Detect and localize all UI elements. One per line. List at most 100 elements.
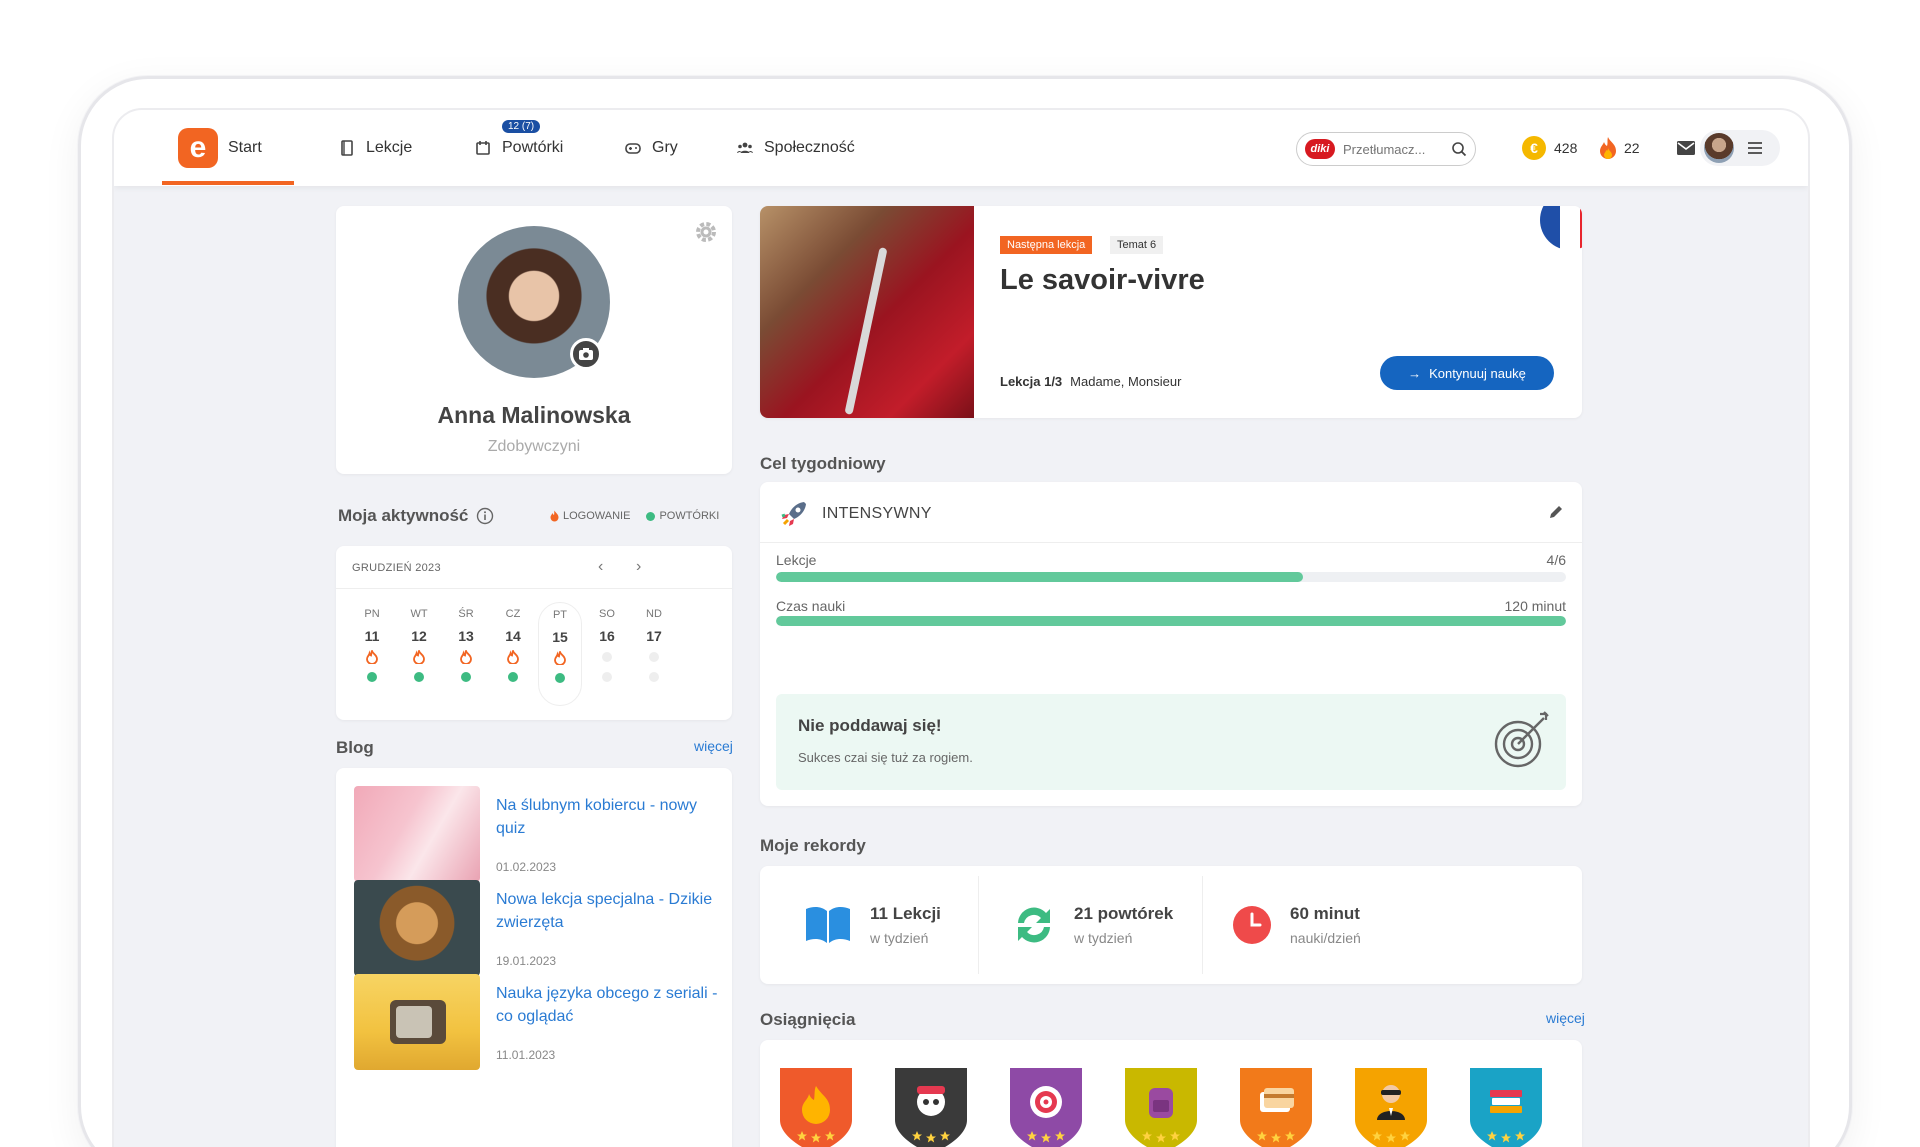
- login-flame-icon: [413, 650, 425, 664]
- day-name: WT: [410, 608, 428, 620]
- search-icon[interactable]: [1451, 141, 1467, 157]
- day-name: SO: [599, 608, 615, 620]
- streak-counter[interactable]: 22: [1598, 136, 1640, 160]
- empty-dot-icon: [649, 652, 659, 662]
- day-date: 17: [646, 628, 662, 644]
- review-dot-icon: [414, 672, 424, 682]
- nav-gry[interactable]: Gry: [624, 110, 678, 186]
- records-card: 11 Lekcji w tydzień 21 powtórek w tydzie…: [760, 866, 1582, 984]
- blog-more-link[interactable]: więcej: [694, 738, 733, 754]
- info-icon[interactable]: [476, 507, 494, 525]
- achievements-title: Osiągnięcia: [760, 1010, 856, 1029]
- day-date: 14: [505, 628, 521, 644]
- user-menu[interactable]: [1700, 130, 1780, 166]
- nav-start-label: Start: [228, 139, 262, 156]
- green-dot-icon: [646, 511, 656, 521]
- logo-icon: e: [178, 128, 218, 168]
- agent-badge-icon[interactable]: [1351, 1064, 1431, 1147]
- target-badge-icon[interactable]: [1006, 1064, 1086, 1147]
- blog-item[interactable]: Nowa lekcja specjalna - Dzikie zwierzęta…: [354, 880, 714, 980]
- next-lesson-card: Następna lekcja Temat 6 Le savoir-vivre …: [760, 206, 1582, 418]
- blog-image-tv: [354, 974, 480, 1070]
- calendar-day: WT 12: [397, 602, 441, 706]
- nav-spolecznosc[interactable]: Społeczność: [736, 110, 855, 186]
- legend-review-label: POWTÓRKI: [659, 510, 720, 522]
- achievements-card: [760, 1040, 1582, 1147]
- hamburger-menu-icon: [1748, 142, 1762, 154]
- activity-title: Moja aktywność: [338, 506, 494, 526]
- nav-powtorki[interactable]: Powtórki: [474, 110, 563, 186]
- weekly-goal-card: INTENSYWNY Lekcje 4/6 Czas nauki 120 min…: [760, 482, 1582, 806]
- blog-item-title[interactable]: Na ślubnym kobiercu - nowy quiz: [496, 794, 726, 840]
- continue-learning-button[interactable]: → Kontynuuj naukę: [1380, 356, 1554, 390]
- lesson-number: Lekcja 1/3: [1000, 374, 1063, 389]
- day-name: ŚR: [458, 608, 474, 620]
- topic-tag: Temat 6: [1110, 236, 1164, 254]
- login-flame-icon: [554, 651, 566, 665]
- translator-search[interactable]: diki: [1296, 132, 1476, 166]
- blog-item-date: 01.02.2023: [496, 860, 557, 874]
- day-date: 13: [458, 628, 474, 644]
- lesson-info: Lekcja 1/3 Madame, Monsieur: [1000, 374, 1181, 389]
- flag-stripe: [1580, 206, 1582, 250]
- calendar-day: CZ 14: [491, 602, 535, 706]
- blog-item-date: 19.01.2023: [496, 954, 557, 968]
- chevron-right-icon[interactable]: ›: [636, 558, 641, 576]
- record-time-sub: nauki/dzień: [1290, 930, 1361, 946]
- arrow-right-icon: →: [1408, 365, 1422, 381]
- blog-item-date: 11.01.2023: [496, 1048, 556, 1062]
- day-date: 15: [552, 629, 568, 645]
- nav-lekcje[interactable]: Lekcje: [338, 110, 412, 186]
- gear-icon[interactable]: [694, 220, 718, 244]
- gamepad-icon: [625, 143, 641, 154]
- blog-item[interactable]: Nauka języka obcego z seriali - co ogląd…: [354, 974, 717, 1074]
- legend-login-label: LOGOWANIE: [563, 510, 631, 522]
- record-lessons-text: 11 Lekcji w tydzień: [870, 904, 941, 946]
- nav-spolecznosc-label: Społeczność: [764, 139, 855, 156]
- empty-dot-icon: [602, 672, 612, 682]
- community-icon: [737, 142, 753, 153]
- activity-calendar: GRUDZIEŃ 2023 ‹ › PN 11 WT 12 ŚR 13 CZ 14 PT 15 SO…: [336, 546, 732, 720]
- login-flame-icon: [460, 650, 472, 664]
- coins-counter[interactable]: € 428: [1522, 136, 1577, 160]
- record-divider: [1202, 876, 1203, 974]
- time-progress-fill: [776, 616, 1566, 626]
- day-name: PN: [364, 608, 380, 620]
- record-lessons-sub: w tydzień: [870, 930, 929, 946]
- review-dot-icon: [555, 673, 565, 683]
- record-time: 60 minut nauki/dzień: [1232, 866, 1361, 984]
- calendar-divider: [336, 588, 732, 589]
- backpack-badge-icon[interactable]: [1121, 1064, 1201, 1147]
- tip-title: Nie poddawaj się!: [798, 716, 942, 735]
- achievements-more-link[interactable]: więcej: [1546, 1010, 1585, 1026]
- profile-card: Anna Malinowska Zdobywczyni: [336, 206, 732, 474]
- translator-input[interactable]: [1343, 141, 1443, 157]
- flame-badge-icon[interactable]: [776, 1064, 856, 1147]
- pencil-edit-icon[interactable]: [1548, 504, 1564, 520]
- blog-item-title[interactable]: Nowa lekcja specjalna - Dzikie zwierzęta: [496, 888, 726, 934]
- blog-item[interactable]: Na ślubnym kobiercu - nowy quiz 01.02.20…: [354, 786, 714, 886]
- nav-powtorki-label: Powtórki: [502, 139, 564, 156]
- french-flag-icon: [1540, 206, 1582, 250]
- diki-logo-icon: diki: [1305, 139, 1335, 159]
- mail-icon[interactable]: [1676, 140, 1696, 156]
- cards-badge-icon[interactable]: [1236, 1064, 1316, 1147]
- day-date: 12: [411, 628, 427, 644]
- login-flame-icon: [366, 650, 378, 664]
- day-name: PT: [552, 609, 568, 621]
- camera-icon[interactable]: [570, 338, 602, 370]
- record-reviews-value: 21 powtórek: [1074, 904, 1174, 923]
- chevron-left-icon[interactable]: ‹: [598, 558, 603, 576]
- record-lessons: 11 Lekcji w tydzień: [804, 866, 941, 984]
- book-icon: [806, 906, 850, 943]
- tip-subtitle: Sukces czai się tuż za rogiem.: [798, 750, 973, 765]
- record-time-text: 60 minut nauki/dzień: [1290, 904, 1361, 946]
- lessons-progress-fill: [776, 572, 1303, 582]
- blog-card: Na ślubnym kobiercu - nowy quiz 01.02.20…: [336, 768, 732, 1147]
- rocket-icon: [781, 502, 806, 526]
- pirate-badge-icon[interactable]: [891, 1064, 971, 1147]
- books-badge-icon[interactable]: [1466, 1064, 1546, 1147]
- time-progress-bar: [776, 616, 1566, 626]
- nav-start[interactable]: e Start: [178, 110, 262, 186]
- blog-item-title[interactable]: Nauka języka obcego z seriali - co ogląd…: [496, 982, 726, 1028]
